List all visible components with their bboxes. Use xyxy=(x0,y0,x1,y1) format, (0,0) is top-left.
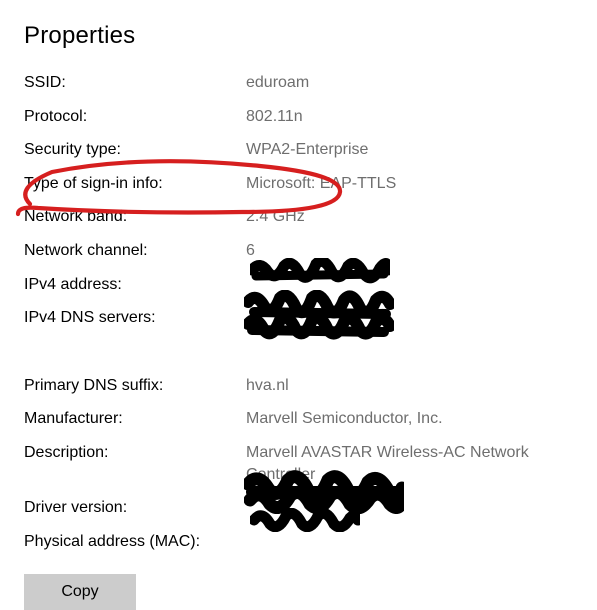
ssid-value: eduroam xyxy=(246,72,573,94)
description-value: Marvell AVASTAR Wireless-AC Network Cont… xyxy=(246,442,573,485)
manufacturer-label: Manufacturer: xyxy=(24,408,240,430)
network-band-label: Network band: xyxy=(24,206,240,228)
signin-info-value: Microsoft: EAP-TTLS xyxy=(246,173,573,195)
ipv4-dns-label: IPv4 DNS servers: xyxy=(24,307,240,329)
dns-suffix-label: Primary DNS suffix: xyxy=(24,375,240,397)
protocol-value: 802.11n xyxy=(246,106,573,128)
page-title: Properties xyxy=(24,22,573,50)
network-channel-value: 6 xyxy=(246,240,573,262)
security-type-value: WPA2-Enterprise xyxy=(246,139,573,161)
protocol-label: Protocol: xyxy=(24,106,240,128)
copy-button[interactable]: Copy xyxy=(24,574,136,610)
network-band-value: 2.4 GHz xyxy=(246,206,573,228)
network-channel-label: Network channel: xyxy=(24,240,240,262)
ipv4-dns-value xyxy=(246,307,573,329)
dns-suffix-value: hva.nl xyxy=(246,375,573,397)
security-type-label: Security type: xyxy=(24,139,240,161)
driver-version-label: Driver version: xyxy=(24,497,240,519)
mac-label: Physical address (MAC): xyxy=(24,531,240,553)
driver-version-value xyxy=(246,497,573,519)
ipv4-address-label: IPv4 address: xyxy=(24,274,240,296)
properties-grid: SSID: eduroam Protocol: 802.11n Security… xyxy=(24,72,573,552)
ipv4-address-value xyxy=(246,274,573,296)
description-label: Description: xyxy=(24,442,240,485)
mac-value xyxy=(246,531,573,553)
ssid-label: SSID: xyxy=(24,72,240,94)
manufacturer-value: Marvell Semiconductor, Inc. xyxy=(246,408,573,430)
signin-info-label: Type of sign-in info: xyxy=(24,173,240,195)
dns-second-line-spacer xyxy=(24,341,240,363)
